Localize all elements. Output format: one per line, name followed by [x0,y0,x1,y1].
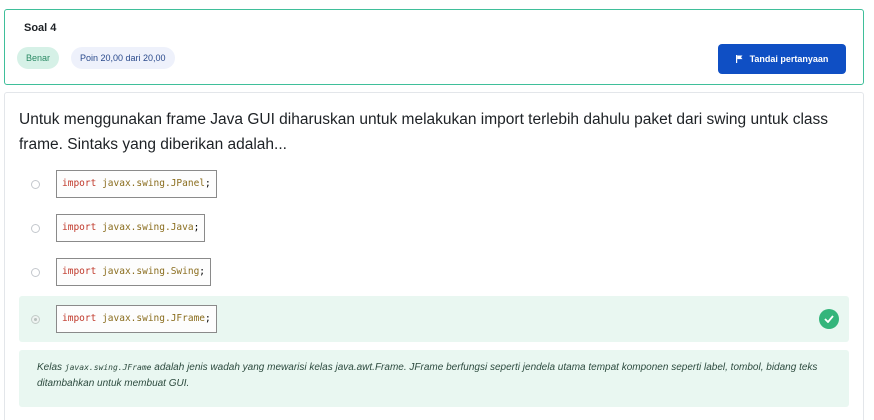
answer-code: import javax.swing.Swing; [56,258,212,286]
checkmark-icon [819,309,839,329]
radio-icon[interactable] [31,223,40,233]
answer-option-b[interactable]: import javax.swing.Java; [19,213,849,243]
radio-icon[interactable] [31,179,40,189]
question-card: Untuk menggunakan frame Java GUI diharus… [4,92,864,420]
question-text: Untuk menggunakan frame Java GUI diharus… [19,111,829,153]
flag-question-label: Tandai pertanyaan [749,54,829,64]
answer-option-a[interactable]: import javax.swing.JPanel; [19,169,849,199]
answer-code: import javax.swing.JFrame; [56,305,217,333]
status-badge: Benar [17,47,60,69]
feedback-box: Kelas javax.swing.JFrame adalah jenis wa… [19,350,849,407]
points-badge: Poin 20,00 dari 20,00 [71,47,175,69]
flag-icon [735,55,743,63]
radio-icon[interactable] [31,267,40,277]
answer-code: import javax.swing.Java; [56,214,206,242]
answer-option-c[interactable]: import javax.swing.Swing; [19,257,849,287]
radio-icon[interactable] [31,314,40,324]
question-number-label: Soal 4 [24,22,57,34]
flag-question-button[interactable]: Tandai pertanyaan [718,44,846,74]
question-info-card: Soal 4 Benar Poin 20,00 dari 20,00 Tanda… [4,9,864,85]
answer-option-d[interactable]: import javax.swing.JFrame; [19,296,849,342]
answer-code: import javax.swing.JPanel; [56,170,217,198]
